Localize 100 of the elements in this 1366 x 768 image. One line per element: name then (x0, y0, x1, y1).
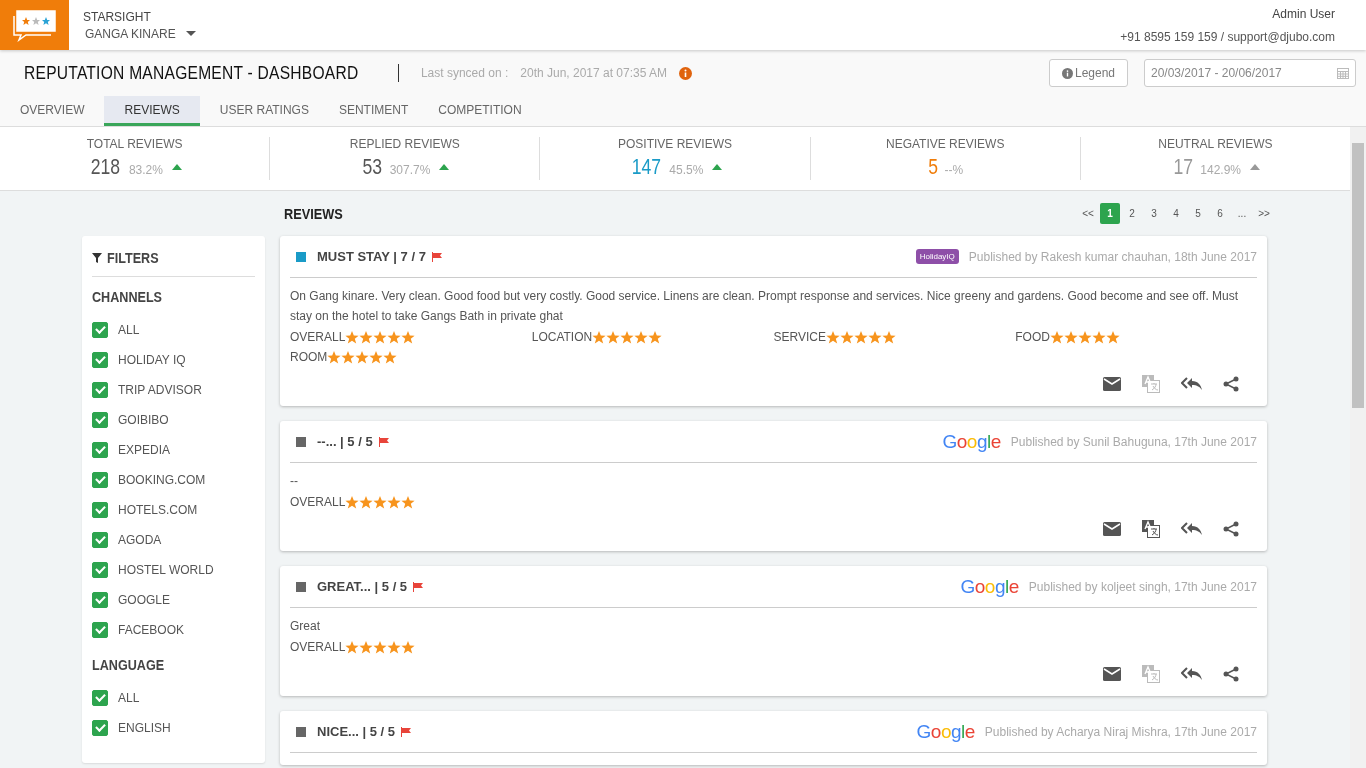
star-icon (345, 495, 360, 509)
stat-value: 53 (362, 154, 383, 180)
info-icon[interactable] (679, 66, 693, 80)
star-icon (345, 330, 360, 344)
stat-change: 142.9% (1200, 163, 1241, 177)
stat-label: NEUTRAL REVIEWS (1158, 137, 1273, 151)
star-icon (359, 495, 374, 509)
star-icon (606, 330, 621, 344)
filter-label: ALL (118, 323, 140, 337)
tab[interactable]: COMPETITION (428, 96, 542, 126)
published-info: Published by Acharya Niraj Mishra, 17th June 2017 (984, 724, 1257, 739)
source-logo: Google (960, 575, 1019, 598)
tab[interactable]: REVIEWS (104, 96, 200, 126)
stat-label: REPLIED REVIEWS (349, 137, 460, 151)
published-info: Published by Sunil Bahuguna, 17th June 2017 (1010, 434, 1257, 449)
star-icon (359, 640, 374, 654)
mail-icon[interactable] (1103, 667, 1121, 681)
star-icon (867, 330, 882, 344)
star-icon (592, 330, 607, 344)
checkbox[interactable] (92, 622, 108, 638)
tab[interactable]: SENTIMENT (328, 96, 429, 126)
filter-label: GOOGLE (118, 593, 170, 607)
filter-label: HOLIDAY IQ (118, 353, 186, 367)
source-logo: Google (942, 430, 1001, 453)
caret-icon (185, 31, 196, 36)
property-dropdown[interactable]: GANGA KINARE (83, 26, 196, 41)
sync-time: 20th Jun, 2017 at 07:35 AM (520, 66, 668, 80)
tab[interactable]: OVERVIEW (10, 96, 105, 126)
checkbox[interactable] (92, 382, 108, 398)
star-icon (327, 350, 342, 364)
tab[interactable]: USER RATINGS (209, 96, 329, 126)
checkbox[interactable] (92, 472, 108, 488)
star-icon (359, 330, 374, 344)
stat-change: 83.2% (128, 163, 163, 177)
info-icon (1061, 67, 1073, 79)
star-icon (345, 640, 360, 654)
checkbox[interactable] (92, 690, 108, 706)
star-icon (1091, 330, 1106, 344)
section-heading: REVIEWS (284, 204, 343, 222)
star-icon (1105, 330, 1120, 344)
checkbox[interactable] (92, 720, 108, 736)
page-button[interactable]: 3 (1144, 202, 1164, 224)
stat-value: 147 (631, 154, 661, 180)
star-icon (373, 495, 388, 509)
flag-icon[interactable] (413, 581, 425, 592)
sync-label: Last synced on : (420, 66, 509, 80)
legend-button[interactable]: Legend (1048, 59, 1128, 87)
star-icon (620, 330, 635, 344)
checkbox[interactable] (92, 352, 108, 368)
star-icon (355, 350, 370, 364)
review-title: --... | 5 / 5 (317, 434, 373, 449)
flag-icon[interactable] (431, 251, 443, 262)
page-button[interactable]: 6 (1210, 202, 1230, 224)
page-button[interactable]: 5 (1188, 202, 1208, 224)
rating-label: OVERALL (290, 330, 346, 344)
stat-value: 5 (928, 154, 939, 180)
last-page-button[interactable]: >> (1254, 202, 1274, 224)
reply-all-icon[interactable] (1181, 667, 1203, 681)
share-icon[interactable] (1223, 376, 1239, 392)
star-icon (881, 330, 896, 344)
mail-icon[interactable] (1103, 522, 1121, 536)
star-icon (1063, 330, 1078, 344)
reply-all-icon[interactable] (1181, 377, 1203, 391)
star-icon (1049, 330, 1064, 344)
checkbox[interactable] (92, 322, 108, 338)
review-title: MUST STAY | 7 / 7 (317, 249, 426, 264)
review-text: Great (290, 618, 321, 635)
checkbox[interactable] (92, 412, 108, 428)
contact-info: +91 8595 159 159 / support@djubo.com (1120, 29, 1335, 44)
mail-icon[interactable] (1103, 377, 1121, 391)
flag-icon[interactable] (378, 436, 390, 447)
checkbox[interactable] (92, 502, 108, 518)
date-range-field[interactable]: 20/03/2017 - 20/06/2017 (1144, 59, 1356, 87)
checkbox[interactable] (92, 442, 108, 458)
star-icon (401, 330, 416, 344)
user-name[interactable]: Admin User (1272, 6, 1335, 21)
scrollbar[interactable] (1350, 127, 1366, 768)
source-logo: HolidayIQ (915, 249, 959, 264)
translate-icon[interactable] (1141, 519, 1161, 539)
published-info: Published by Rakesh kumar chauhan, 18th June 2017 (968, 249, 1257, 264)
checkbox[interactable] (92, 592, 108, 608)
flag-icon[interactable] (401, 726, 413, 737)
page-button[interactable]: ... (1232, 202, 1252, 224)
stat-label: NEGATIVE REVIEWS (885, 137, 1005, 151)
star-icon (373, 330, 388, 344)
rating-label: FOOD (1015, 330, 1050, 344)
filter-group-title: CHANNELS (92, 289, 163, 305)
page-button[interactable]: 4 (1166, 202, 1186, 224)
filter-label: ENGLISH (118, 721, 171, 735)
share-icon[interactable] (1223, 521, 1239, 537)
stat-change: 45.5% (669, 163, 704, 177)
share-icon[interactable] (1223, 666, 1239, 682)
checkbox[interactable] (92, 532, 108, 548)
star-icon (825, 330, 840, 344)
page-button[interactable]: 2 (1122, 202, 1142, 224)
first-page-button[interactable]: << (1078, 202, 1098, 224)
rating-label: OVERALL (290, 640, 346, 654)
checkbox[interactable] (92, 562, 108, 578)
reply-all-icon[interactable] (1181, 522, 1203, 536)
filter-label: HOTELS.COM (118, 503, 198, 517)
